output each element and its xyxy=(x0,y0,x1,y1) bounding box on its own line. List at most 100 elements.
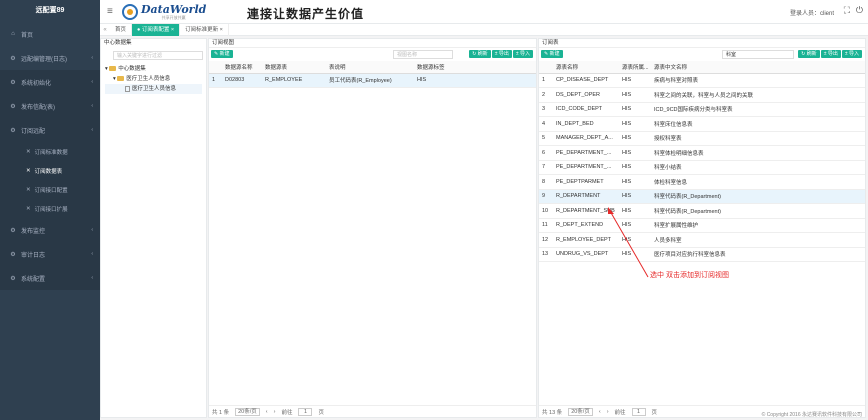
source-table-list: 源表名称 源表所属... 源表中文名称 1 CP_DISEASE_DEPT HIS 疾病与… xyxy=(539,61,865,262)
table-row[interactable]: 9 R_DEPARTMENT HIS 科室代码表(R_Department) xyxy=(539,189,865,204)
wrench-icon: ✕ xyxy=(26,186,31,193)
table-cell: 授权科室表 xyxy=(651,131,865,146)
sidebar-item[interactable]: ⚙ 订阅远配 ‹ xyxy=(0,118,100,142)
dataset-tree: ▾ 中心数据集 ▾ 医疗卫生人员信息 医疗卫生人员信息 xyxy=(101,61,206,97)
file-icon xyxy=(125,85,130,92)
table-row[interactable]: 4 IN_DEPT_BED HIS 科室床位信息表 xyxy=(539,116,865,132)
table-cell: HIS xyxy=(619,116,651,132)
table-cell: 科室代码表(R_Department) xyxy=(651,203,865,219)
table-cell: 4 xyxy=(539,116,553,132)
subscription-view-pane: 订阅视图 ✎ 新建 视图名称 ↻ 刷新 ± 导出 ± 导入 数据源名称 数据源表 表说明… xyxy=(208,38,537,418)
sidebar-item[interactable]: ⚙ 系统初始化 ‹ xyxy=(0,70,100,94)
table-row[interactable]: 11 R_DEPT_EXTEND HIS 科室扩展属性维护 xyxy=(539,218,865,233)
table-row[interactable]: 1 CP_DISEASE_DEPT HIS 疾病与科室对照表 xyxy=(539,73,865,88)
sidebar-subitem[interactable]: ✕ 订阅接口配置 xyxy=(0,180,100,199)
page-number-input[interactable]: 1 xyxy=(631,407,646,416)
sidebar-item[interactable]: ⌂ 首页 xyxy=(0,22,100,46)
sidebar-item[interactable]: ⚙ 审计日志 ‹ xyxy=(0,242,100,266)
table-search-input[interactable]: 科室 xyxy=(722,50,794,59)
view-toolbar: ✎ 新建 视图名称 ↻ 刷新 ± 导出 ± 导入 xyxy=(209,48,536,61)
sidebar: 远配置89 ⌂ 首页 ⚙ 远配编管理(日志) ‹ ⚙ 系统初始化 ‹ ⚙ 发布信配(表) ‹ ⚙ 订阅远… xyxy=(0,0,100,420)
tree-node-root[interactable]: ▾ 中心数据集 xyxy=(105,64,202,74)
sidebar-item[interactable]: ⚙ 发布监控 ‹ xyxy=(0,218,100,242)
new-view-button[interactable]: ✎ 新建 xyxy=(211,50,233,58)
tree-node-group[interactable]: ▾ 医疗卫生人员信息 xyxy=(105,74,202,84)
table-row[interactable]: 13 UNDRUG_VS_DEPT HIS 医疗项目对应执行科室信息表 xyxy=(539,247,865,262)
view-table: 数据源名称 数据源表 表说明 数据源标签 1 D02803 R_EMPLOYEE 员工代码表… xyxy=(209,61,536,88)
page-number-input[interactable]: 1 xyxy=(298,407,313,416)
table-cell: 13 xyxy=(539,247,553,262)
table-row[interactable]: 6 PE_DEPARTMENT_... HIS 科室体检明细信息表 xyxy=(539,145,865,161)
table-row[interactable]: 1 D02803 R_EMPLOYEE 员工代码表(R_Employee) HIS xyxy=(209,73,536,88)
prev-page-icon[interactable]: ‹ xyxy=(266,409,268,415)
logout-icon[interactable]: ⏻ xyxy=(856,5,863,16)
table-row[interactable]: 3 ICD_CODE_DEPT HIS ICD_9CD国际疾病分类与科室表 xyxy=(539,102,865,117)
sidebar-subitem-label: 订阅接口扩展 xyxy=(34,206,68,213)
table-row[interactable]: 2 DS_DEPT_OPER HIS 科室之间的关联，科室与人员之间的关联 xyxy=(539,87,865,103)
export-button[interactable]: ± 导出 xyxy=(820,50,841,58)
import-button[interactable]: ± 导入 xyxy=(512,50,533,58)
folder-icon xyxy=(117,76,125,82)
sidebar-item-icon: ⚙ xyxy=(10,127,16,134)
next-page-icon[interactable]: › xyxy=(274,409,276,415)
sidebar-subitem-label: 订阅接口配置 xyxy=(34,187,68,194)
table-cell: ICD_9CD国际疾病分类与科室表 xyxy=(651,102,865,117)
refresh-button[interactable]: ↻ 刷新 xyxy=(469,50,491,58)
refresh-button[interactable]: ↻ 刷新 xyxy=(798,50,820,58)
slogan-lead: 連接 xyxy=(247,7,274,21)
wrench-icon: ✕ xyxy=(26,148,31,155)
sidebar-item[interactable]: ⚙ 发布信配(表) ‹ xyxy=(0,94,100,118)
sidebar-item-icon: ⌂ xyxy=(11,31,15,37)
table-row[interactable]: 10 R_DEPARTMENT_SUB HIS 科室代码表(R_Department) xyxy=(539,203,865,219)
tree-filter-input[interactable]: 输入关键字进行过滤 xyxy=(113,51,203,60)
table-row[interactable]: 12R_EMPLOYEE_DEPTHIS人员多科室 xyxy=(539,232,865,248)
sidebar-item-icon: ⚙ xyxy=(10,103,16,110)
page-size-select[interactable]: 20条/页 xyxy=(235,407,260,416)
table-cell: HIS xyxy=(414,73,536,88)
tab-subscription-standard-update[interactable]: 订阅标准更新 × xyxy=(180,23,229,36)
column-header: 源表中文名称 xyxy=(651,61,865,74)
sidebar-item-icon: ⚙ xyxy=(10,251,16,258)
table-cell: PE_DEPARTMENT_... xyxy=(553,145,619,161)
table-cell: HIS xyxy=(619,160,651,175)
table-cell: 科室代码表(R_Department) xyxy=(651,189,865,204)
refresh-label: 刷新 xyxy=(806,51,817,57)
prev-page-icon[interactable]: ‹ xyxy=(599,409,601,415)
sidebar-subitem[interactable]: ✕ 订阅数据表 xyxy=(0,161,100,180)
fullscreen-icon[interactable]: ⛶ xyxy=(844,5,850,16)
new-table-button[interactable]: ✎ 新建 xyxy=(541,50,563,58)
tab-home[interactable]: 首页 xyxy=(110,23,133,36)
export-label: 导出 xyxy=(498,51,509,57)
sidebar-item[interactable]: ⚙ 远配编管理(日志) ‹ xyxy=(0,46,100,70)
table-cell: 6 xyxy=(539,145,553,161)
table-cell: 科室小结表 xyxy=(651,160,865,175)
table-row[interactable]: 8 PE_DEPTPARMET HIS 体检科室信息 xyxy=(539,174,865,190)
table-cell: PE_DEPARTMENT_... xyxy=(553,160,619,175)
view-pane-title: 订阅视图 xyxy=(209,39,536,48)
sidebar-subitem-label: 订阅标准数据 xyxy=(34,149,68,156)
annotation-note: 选中 双击添加到订阅视图 xyxy=(650,272,729,279)
goto-label: 前往 xyxy=(614,409,626,416)
table-cell: 疾病与科室对照表 xyxy=(651,73,865,88)
next-page-icon[interactable]: › xyxy=(607,409,609,415)
wrench-icon: ✕ xyxy=(26,167,31,174)
sidebar-item[interactable]: ⚙ 系统配置 ‹ xyxy=(0,266,100,290)
import-button[interactable]: ± 导入 xyxy=(841,50,862,58)
new-table-label: 新建 xyxy=(549,51,560,57)
table-cell: 科室扩展属性维护 xyxy=(651,218,865,233)
view-search-input[interactable]: 视图名称 xyxy=(393,50,453,59)
page-size-select[interactable]: 20条/页 xyxy=(568,407,593,416)
table-row[interactable]: 5 MANAGER_DEPT_A... HIS 授权科室表 xyxy=(539,131,865,146)
current-user: 登录人员：client xyxy=(789,11,834,17)
menu-toggle-icon[interactable]: ≡ xyxy=(107,6,113,17)
table-row[interactable]: 7 PE_DEPARTMENT_... HIS 科室小结表 xyxy=(539,160,865,175)
tab-subscription-table-config[interactable]: ● 订阅表配置 × xyxy=(132,23,181,36)
tree-node-leaf[interactable]: 医疗卫生人员信息 xyxy=(105,84,202,94)
sidebar-subitem[interactable]: ✕ 订阅标准数据 xyxy=(0,142,100,161)
slogan-text: 让数据产生价值 xyxy=(273,7,365,21)
export-button[interactable]: ± 导出 xyxy=(491,50,512,58)
tab-back-icon[interactable]: « xyxy=(100,27,110,33)
page-unit: 页 xyxy=(318,409,324,416)
table-cell: 科室体检明细信息表 xyxy=(651,145,865,161)
sidebar-subitem[interactable]: ✕ 订阅接口扩展 xyxy=(0,199,100,218)
